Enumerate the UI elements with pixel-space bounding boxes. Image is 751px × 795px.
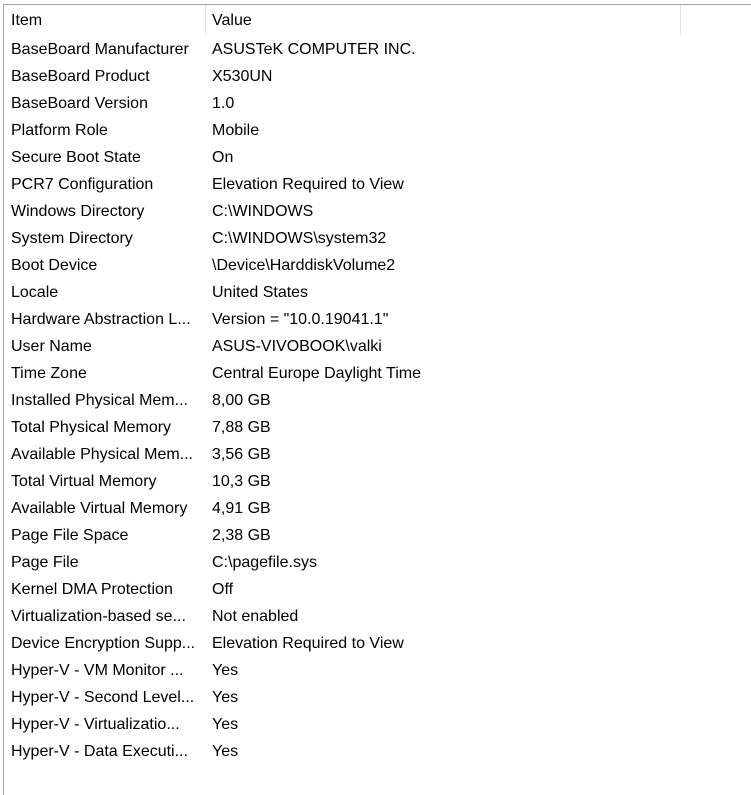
table-row[interactable]: Locale United States [4, 279, 421, 306]
row-item: Boot Device [11, 257, 98, 274]
row-item: Windows Directory [11, 203, 145, 220]
table-row[interactable]: Hyper-V - VM Monitor ... Yes [4, 657, 421, 684]
table-row[interactable]: Available Virtual Memory 4,91 GB [4, 495, 421, 522]
table-row[interactable]: Hyper-V - Data Executi... Yes [4, 738, 421, 765]
table-row[interactable]: Boot Device \Device\HarddiskVolume2 [4, 252, 421, 279]
row-value: On [212, 149, 234, 166]
row-item: Hyper-V - Second Level... [11, 689, 195, 706]
table-row[interactable]: Page File Space 2,38 GB [4, 522, 421, 549]
table-row[interactable]: Page File C:\pagefile.sys [4, 549, 421, 576]
row-value: 3,56 GB [212, 446, 271, 463]
row-item: BaseBoard Product [11, 68, 150, 85]
row-value: 10,3 GB [212, 473, 271, 490]
row-value: X530UN [212, 68, 273, 85]
row-value: Off [212, 581, 234, 598]
table-row[interactable]: Total Virtual Memory 10,3 GB [4, 468, 421, 495]
table-row[interactable]: Windows Directory C:\WINDOWS [4, 198, 421, 225]
row-item: Available Physical Mem... [11, 446, 193, 463]
row-value: ASUSTeK COMPUTER INC. [212, 41, 416, 58]
row-value: 1.0 [212, 95, 235, 112]
row-value: C:\WINDOWS [212, 203, 314, 220]
table-row[interactable]: Hyper-V - Second Level... Yes [4, 684, 421, 711]
row-value: C:\pagefile.sys [212, 554, 317, 571]
row-item: Platform Role [11, 122, 108, 139]
row-item: Available Virtual Memory [11, 500, 188, 517]
table-row[interactable]: Total Physical Memory 7,88 GB [4, 414, 421, 441]
row-item: Device Encryption Supp... [11, 635, 196, 652]
list-rows: BaseBoard Manufacturer ASUSTeK COMPUTER I… [4, 36, 421, 765]
table-row[interactable]: Hyper-V - Virtualizatio... Yes [4, 711, 421, 738]
table-row[interactable]: Hardware Abstraction L... Version = "10.0… [4, 306, 421, 333]
row-value: Elevation Required to View [212, 176, 404, 193]
row-value: 7,88 GB [212, 419, 271, 436]
row-value: ASUS-VIVOBOOK\valki [212, 338, 382, 355]
row-item: Secure Boot State [11, 149, 141, 166]
row-value: Yes [212, 662, 239, 679]
row-item: Page File Space [11, 527, 129, 544]
row-value: 2,38 GB [212, 527, 271, 544]
table-row[interactable]: BaseBoard Manufacturer ASUSTeK COMPUTER I… [4, 36, 421, 63]
row-item: Time Zone [11, 365, 87, 382]
row-item: Installed Physical Mem... [11, 392, 188, 409]
row-item: Total Virtual Memory [11, 473, 157, 490]
row-item: Virtualization-based se... [11, 608, 186, 625]
table-row[interactable]: PCR7 Configuration Elevation Required to … [4, 171, 421, 198]
row-item: Hyper-V - VM Monitor ... [11, 662, 184, 679]
row-item: User Name [11, 338, 92, 355]
row-value: Elevation Required to View [212, 635, 404, 652]
row-value: Central Europe Daylight Time [212, 365, 421, 382]
row-value: 4,91 GB [212, 500, 271, 517]
row-item: Kernel DMA Protection [11, 581, 173, 598]
row-item: Page File [11, 554, 79, 571]
row-value: 8,00 GB [212, 392, 271, 409]
table-row[interactable]: Device Encryption Supp... Elevation Requi… [4, 630, 421, 657]
row-item: PCR7 Configuration [11, 176, 154, 193]
column-header-empty [681, 5, 751, 35]
row-value: Version = "10.0.19041.1" [212, 311, 389, 328]
table-row[interactable]: Secure Boot State On [4, 144, 421, 171]
row-item: Hyper-V - Virtualizatio... [11, 716, 180, 733]
row-item: BaseBoard Version [11, 95, 148, 112]
table-row[interactable]: System Directory C:\WINDOWS\system32 [4, 225, 421, 252]
row-item: BaseBoard Manufacturer [11, 41, 189, 58]
row-value: \Device\HarddiskVolume2 [212, 257, 396, 274]
system-info-list-view: Item Value BaseBoard Manufacturer ASUSTeK… [3, 4, 751, 795]
column-header-value[interactable]: Value [206, 5, 681, 35]
row-value: Yes [212, 743, 239, 760]
table-row[interactable]: Kernel DMA Protection Off [4, 576, 421, 603]
row-item: Total Physical Memory [11, 419, 172, 436]
table-row[interactable]: Virtualization-based se... Not enabled [4, 603, 421, 630]
table-row[interactable]: User Name ASUS-VIVOBOOK\valki [4, 333, 421, 360]
row-value: Yes [212, 716, 239, 733]
row-value: United States [212, 284, 309, 301]
table-row[interactable]: Platform Role Mobile [4, 117, 421, 144]
row-value: Yes [212, 689, 239, 706]
table-row[interactable]: Installed Physical Mem... 8,00 GB [4, 387, 421, 414]
row-value: Mobile [212, 122, 260, 139]
row-item: Hyper-V - Data Executi... [11, 743, 188, 760]
table-row[interactable]: BaseBoard Product X530UN [4, 63, 421, 90]
row-item: Hardware Abstraction L... [11, 311, 191, 328]
table-row[interactable]: BaseBoard Version 1.0 [4, 90, 421, 117]
row-item: System Directory [11, 230, 133, 247]
row-value: C:\WINDOWS\system32 [212, 230, 387, 247]
row-item: Locale [11, 284, 59, 301]
table-row[interactable]: Available Physical Mem... 3,56 GB [4, 441, 421, 468]
column-header-item[interactable]: Item [4, 5, 206, 35]
row-value: Not enabled [212, 608, 299, 625]
list-header: Item Value [4, 5, 751, 35]
table-row[interactable]: Time Zone Central Europe Daylight Time [4, 360, 421, 387]
